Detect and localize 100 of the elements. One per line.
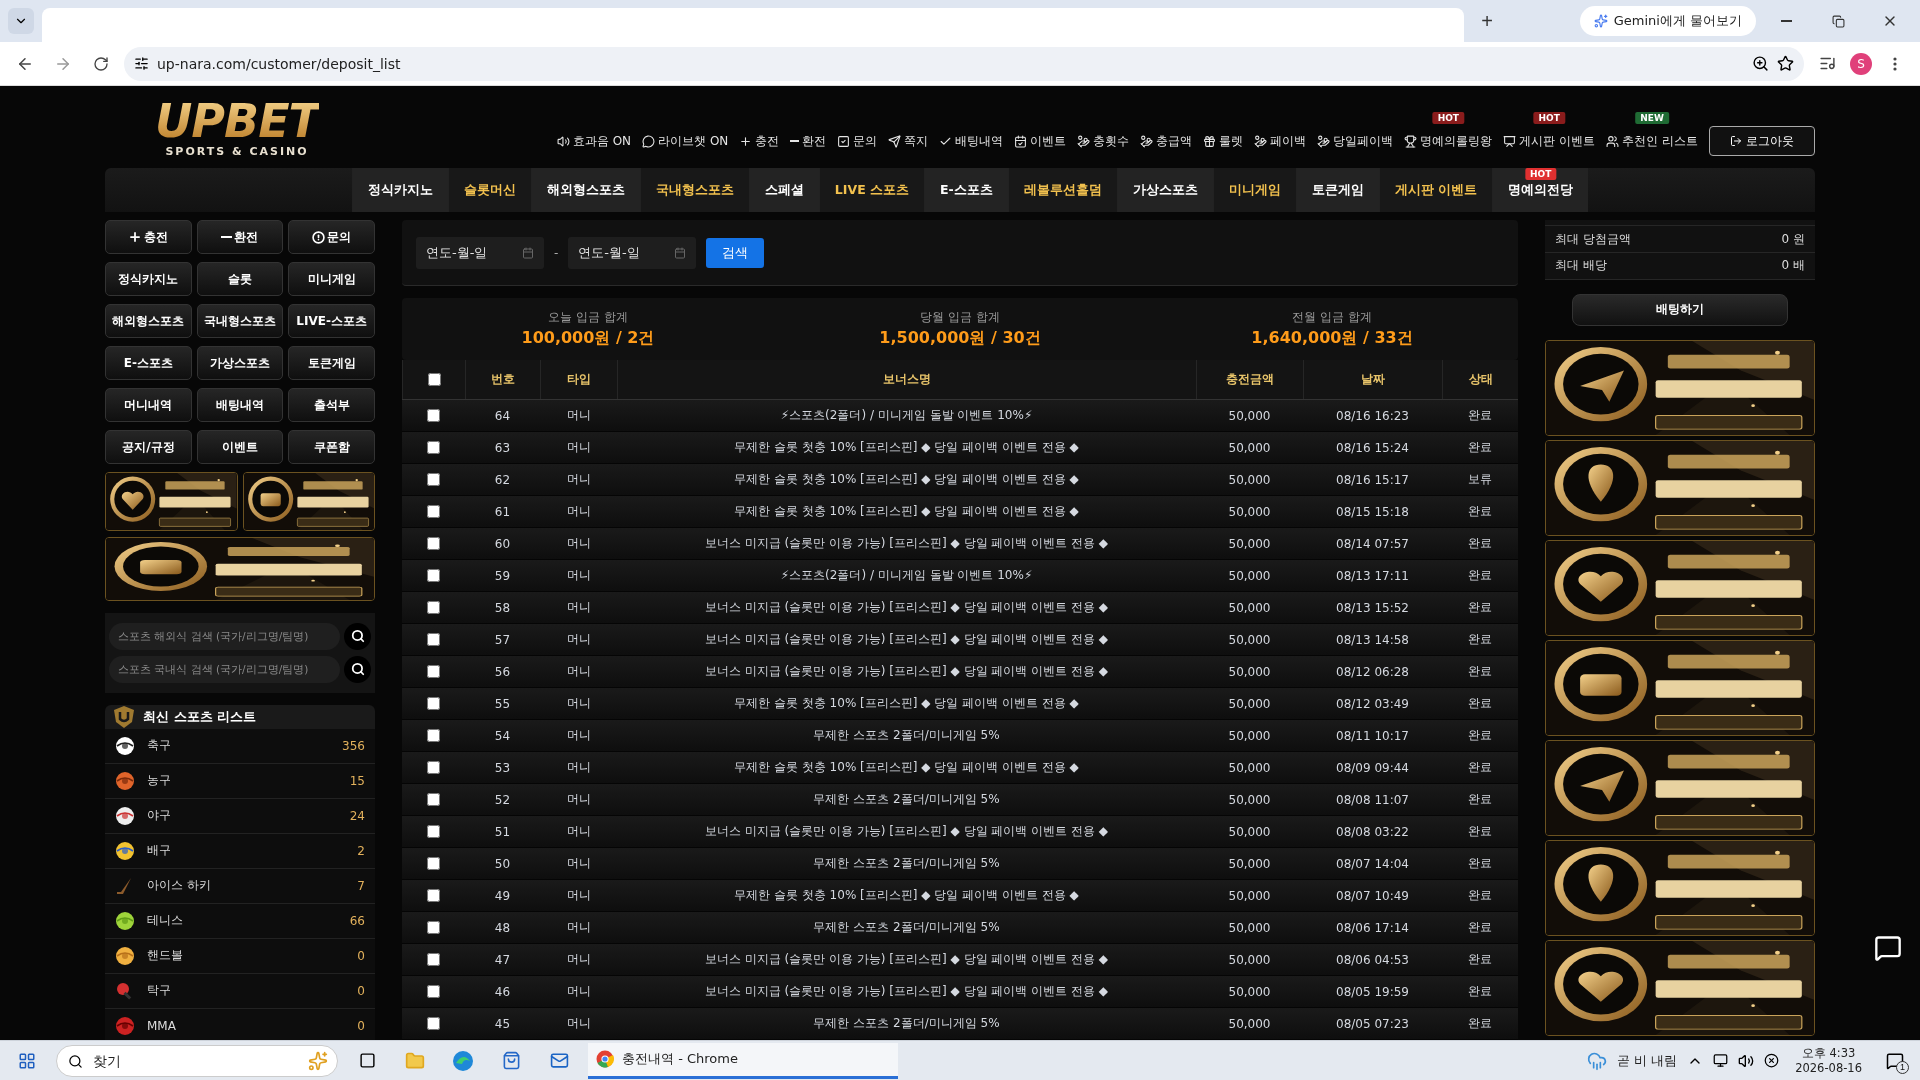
sidebar-button[interactable]: 이벤트 <box>196 430 284 464</box>
sidebar-button[interactable]: 충전 <box>105 220 192 254</box>
volume-icon[interactable] <box>1738 1052 1755 1069</box>
nav-tab[interactable]: 국내형스포츠 <box>639 168 749 212</box>
top-menu-link[interactable]: 룰렛 <box>1203 132 1244 150</box>
nav-tab[interactable]: 토큰게임 <box>1295 168 1379 212</box>
row-checkbox[interactable] <box>427 633 440 646</box>
sidebar-button[interactable]: 정식카지노 <box>105 262 192 296</box>
nav-tab[interactable]: 스페셜 <box>748 168 819 212</box>
sidebar-button[interactable]: 토큰게임 <box>288 346 375 380</box>
sport-list-item[interactable]: 농구 15 <box>105 763 375 799</box>
row-checkbox[interactable] <box>427 441 440 454</box>
profile-avatar[interactable]: S <box>1850 52 1872 75</box>
weather-text[interactable]: 곧 비 내림 <box>1616 1051 1678 1070</box>
top-menu-link[interactable]: 환전 <box>790 132 827 150</box>
sidebar-button[interactable]: 환전 <box>196 220 284 254</box>
top-menu-link[interactable]: 쪽지 <box>888 132 929 150</box>
nav-tab[interactable]: LIVE 스포츠 <box>818 168 925 212</box>
bet-button[interactable]: 배팅하기 <box>1572 293 1788 326</box>
row-checkbox[interactable] <box>427 537 440 550</box>
sidebar-button[interactable]: 출석부 <box>288 388 375 422</box>
top-menu-link[interactable]: 배팅내역 <box>939 132 1004 150</box>
top-menu-link[interactable]: 충전 <box>739 132 780 150</box>
sidebar-button[interactable]: 가상스포츠 <box>196 346 284 380</box>
sidebar-button[interactable]: 문의 <box>288 220 375 254</box>
row-checkbox[interactable] <box>427 793 440 806</box>
sports-search-field[interactable]: 스포츠 해외식 검색 (국가/리그명/팀명) <box>109 622 340 650</box>
top-menu-link[interactable]: 효과음 ON <box>556 132 632 150</box>
nav-tab[interactable]: 슬롯머신 <box>447 168 531 212</box>
rain-cloud-icon[interactable] <box>1586 1050 1607 1071</box>
taskbar-search-field[interactable]: 찾기 <box>56 1044 338 1077</box>
calendar-icon[interactable] <box>674 246 687 259</box>
top-menu-link[interactable]: 이벤트 <box>1014 132 1067 150</box>
nav-tab[interactable]: 미니게임 <box>1212 168 1296 212</box>
sidebar-button[interactable]: 쿠폰함 <box>288 430 375 464</box>
sport-list-item[interactable]: 야구 24 <box>105 798 375 834</box>
notification-button[interactable]: 1 <box>1878 1045 1912 1076</box>
row-checkbox[interactable] <box>427 569 440 582</box>
new-tab-button[interactable]: + <box>1472 9 1502 33</box>
calendar-icon[interactable] <box>522 246 534 259</box>
search-button[interactable] <box>344 622 371 650</box>
top-menu-link[interactable]: 페이백 <box>1254 132 1307 150</box>
top-menu-link[interactable]: 충횟수 <box>1077 132 1130 150</box>
clock-date[interactable]: 2026-08-16 <box>1795 1061 1862 1075</box>
sidebar-button[interactable]: LIVE-스포츠 <box>288 304 375 338</box>
row-checkbox[interactable] <box>427 953 440 966</box>
top-menu-link[interactable]: 충급액 <box>1140 132 1193 150</box>
sport-list-item[interactable]: 아이스 하키 7 <box>105 868 375 904</box>
circle-x-icon[interactable] <box>1764 1053 1780 1068</box>
top-menu-link[interactable]: 문의 <box>837 132 878 150</box>
logout-button[interactable]: 로그아웃 <box>1709 126 1815 156</box>
top-menu-link[interactable]: 당일페이백 <box>1317 132 1394 150</box>
nav-tab[interactable]: 게시판 이벤트 <box>1378 168 1493 212</box>
sport-list-item[interactable]: 핸드볼 0 <box>105 938 375 974</box>
sport-list-item[interactable]: 테니스 66 <box>105 903 375 939</box>
nav-tab[interactable]: 정식카지노 <box>351 168 448 212</box>
zoom-icon[interactable] <box>1752 55 1769 72</box>
row-checkbox[interactable] <box>427 825 440 838</box>
search-button[interactable]: 검색 <box>706 237 765 268</box>
row-checkbox[interactable] <box>427 665 440 678</box>
sport-list-item[interactable]: 배구 2 <box>105 833 375 869</box>
sport-list-item[interactable]: MMA 0 <box>105 1008 375 1040</box>
nav-tab[interactable]: 가상스포츠 <box>1116 168 1213 212</box>
row-checkbox[interactable] <box>427 857 440 870</box>
nav-tab[interactable]: HOT 명예의전당 <box>1492 168 1589 212</box>
sidebar-button[interactable]: 미니게임 <box>288 262 375 296</box>
row-checkbox[interactable] <box>427 1017 440 1030</box>
nav-tab[interactable]: 레볼루션홀덤 <box>1007 168 1117 212</box>
tab-list-button[interactable] <box>8 8 34 34</box>
row-checkbox[interactable] <box>427 985 440 998</box>
site-settings-icon[interactable] <box>134 56 149 71</box>
row-checkbox[interactable] <box>427 505 440 518</box>
sidebar-button[interactable]: 배팅내역 <box>196 388 284 422</box>
sidebar-button[interactable]: 공지/규정 <box>105 430 192 464</box>
search-button[interactable] <box>344 655 371 683</box>
sport-list-item[interactable]: 축구 356 <box>105 728 375 764</box>
date-field[interactable]: 연도-월-일 <box>416 236 544 269</box>
date-field[interactable]: 연도-월-일 <box>568 236 697 269</box>
sport-list-item[interactable]: 탁구 0 <box>105 973 375 1009</box>
row-checkbox[interactable] <box>427 601 440 614</box>
sidebar-button[interactable]: E-스포츠 <box>105 346 192 380</box>
sidebar-button[interactable]: 국내형스포츠 <box>196 304 284 338</box>
top-menu-link[interactable]: 라이브챗 ON <box>642 132 729 150</box>
row-checkbox[interactable] <box>427 409 440 422</box>
sidebar-button[interactable]: 해외형스포츠 <box>105 304 192 338</box>
sidebar-button[interactable]: 머니내역 <box>105 388 192 422</box>
row-checkbox[interactable] <box>427 697 440 710</box>
sidebar-button[interactable]: 슬롯 <box>196 262 284 296</box>
row-checkbox[interactable] <box>427 921 440 934</box>
nav-tab[interactable]: E-스포츠 <box>924 168 1008 212</box>
select-all-checkbox[interactable] <box>427 373 441 386</box>
address-bar[interactable]: up-nara.com/customer/deposit_list <box>124 46 1804 81</box>
gemini-button[interactable]: Gemini에게 물어보기 <box>1579 6 1756 36</box>
taskbar-app[interactable]: 충전내역 - Chrome <box>588 1042 898 1079</box>
row-checkbox[interactable] <box>427 729 440 742</box>
bookmark-star-icon[interactable] <box>1777 55 1794 72</box>
clock-time[interactable]: 오후 4:33 <box>1801 1046 1856 1061</box>
nav-tab[interactable]: 해외형스포츠 <box>530 168 640 212</box>
sports-search-field[interactable]: 스포츠 국내식 검색 (국가/리그명/팀명) <box>109 655 340 683</box>
row-checkbox[interactable] <box>427 473 440 486</box>
